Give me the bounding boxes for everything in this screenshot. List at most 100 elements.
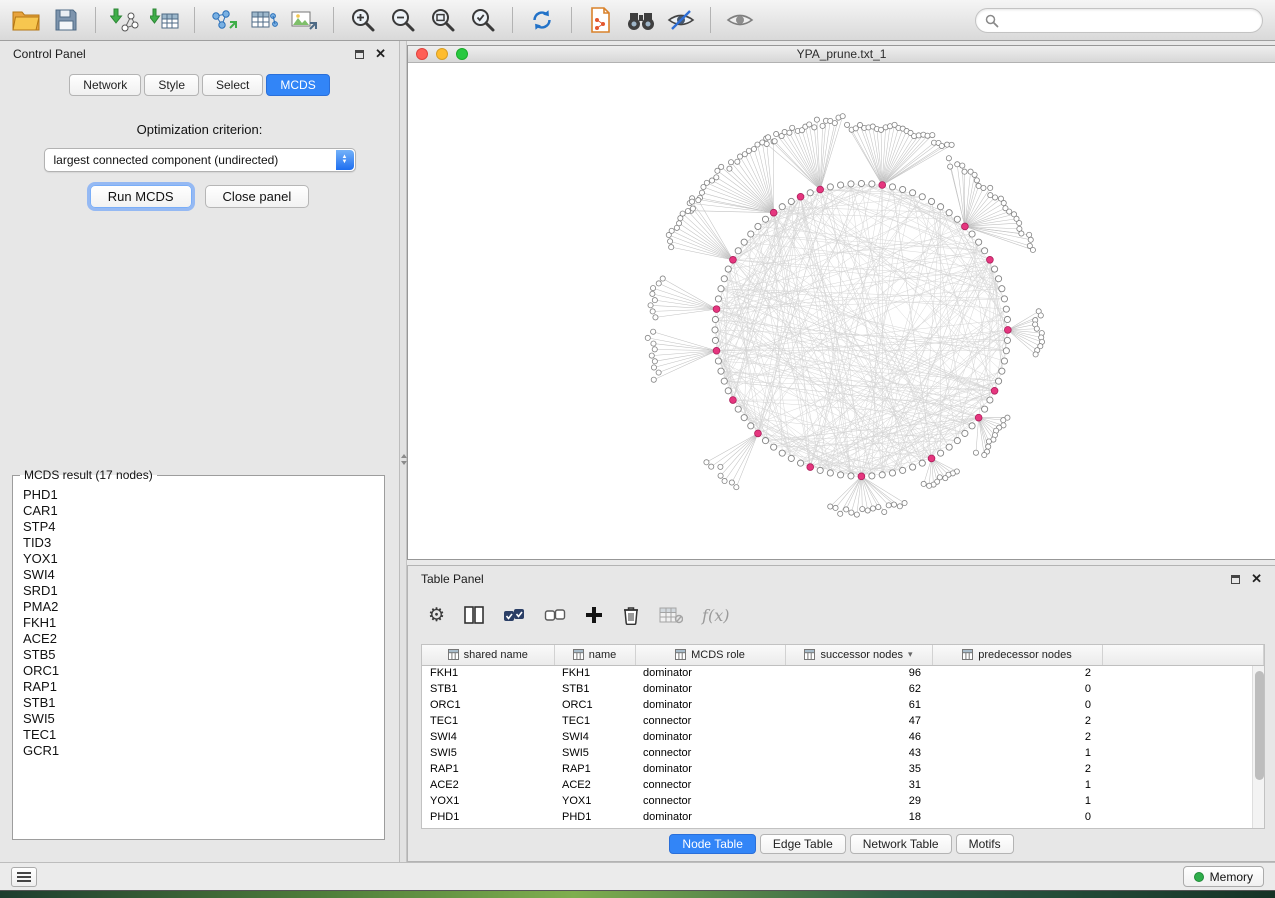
close-table-panel-icon[interactable]: ✕ — [1251, 574, 1262, 584]
search-icon — [985, 14, 999, 28]
save-icon — [54, 8, 78, 32]
show-all-button[interactable] — [722, 4, 758, 37]
table-row[interactable]: FKH1FKH1dominator962 — [422, 665, 1264, 681]
mcds-result-item[interactable]: ORC1 — [23, 663, 374, 679]
search-input[interactable] — [1004, 14, 1253, 28]
column-header-name[interactable]: name — [554, 645, 635, 665]
column-type-icon — [962, 649, 973, 660]
export-image-button[interactable] — [286, 4, 322, 37]
columns-icon[interactable] — [464, 606, 484, 624]
mcds-result-item[interactable]: PHD1 — [23, 487, 374, 503]
tab-style[interactable]: Style — [144, 74, 199, 96]
import-table-button[interactable] — [147, 4, 183, 37]
hide-selection-button[interactable] — [663, 4, 699, 37]
table-tab-network-table[interactable]: Network Table — [850, 834, 952, 854]
mcds-result-item[interactable]: STB1 — [23, 695, 374, 711]
table-settings-button[interactable]: ⚙ — [428, 606, 445, 625]
import-network-icon — [110, 8, 140, 33]
mcds-result-item[interactable]: FKH1 — [23, 615, 374, 631]
zoom-selected-button[interactable] — [465, 4, 501, 37]
column-header-MCDS-role[interactable]: MCDS role — [635, 645, 785, 665]
mcds-result-item[interactable]: SWI5 — [23, 711, 374, 727]
mcds-panel: Optimization criterion: largest connecte… — [0, 122, 399, 208]
delete-icon[interactable] — [622, 605, 640, 625]
mcds-result-item[interactable]: SRD1 — [23, 583, 374, 599]
mcds-result-item[interactable]: PMA2 — [23, 599, 374, 615]
optimization-dropdown[interactable]: largest connected component (undirected)… — [44, 148, 356, 172]
panel-splitter[interactable] — [400, 41, 407, 862]
refresh-icon — [529, 7, 555, 33]
table-row[interactable]: YOX1YOX1connector291 — [422, 793, 1264, 809]
table-row[interactable]: SWI4SWI4dominator462 — [422, 729, 1264, 745]
toolbar-separator — [333, 7, 334, 33]
zoom-in-button[interactable] — [345, 4, 381, 37]
table-row[interactable]: PHD1PHD1dominator180 — [422, 809, 1264, 825]
zoom-selected-icon — [470, 7, 496, 33]
desktop-background — [0, 890, 1275, 898]
table-row[interactable]: TEC1TEC1connector472 — [422, 713, 1264, 729]
mcds-result-item[interactable]: STB5 — [23, 647, 374, 663]
select-all-icon[interactable] — [503, 606, 525, 624]
main-toolbar — [0, 0, 1275, 41]
table-tab-node-table[interactable]: Node Table — [669, 834, 756, 854]
refresh-button[interactable] — [524, 4, 560, 37]
zoom-fit-icon — [430, 7, 456, 33]
mcds-result-item[interactable]: RAP1 — [23, 679, 374, 695]
menu-button[interactable] — [11, 867, 37, 887]
table-row[interactable]: ACE2ACE2connector311 — [422, 777, 1264, 793]
toolbar-separator — [194, 7, 195, 33]
open-file-button[interactable] — [8, 4, 44, 37]
table-row[interactable]: STB1STB1dominator620 — [422, 681, 1264, 697]
table-panel-tabs: Node TableEdge TableNetwork TableMotifs — [408, 834, 1275, 854]
mcds-result-item[interactable]: YOX1 — [23, 551, 374, 567]
zoom-fit-button[interactable] — [425, 4, 461, 37]
add-column-icon[interactable] — [585, 606, 603, 624]
zoom-out-button[interactable] — [385, 4, 421, 37]
table-row[interactable]: RAP1RAP1dominator352 — [422, 761, 1264, 777]
tab-network[interactable]: Network — [69, 74, 141, 96]
table-scrollbar-thumb[interactable] — [1255, 671, 1264, 780]
float-table-panel-icon[interactable] — [1231, 575, 1240, 584]
column-header-successor-nodes[interactable]: successor nodes▾ — [785, 645, 932, 665]
table-tab-motifs[interactable]: Motifs — [956, 834, 1014, 854]
network-canvas[interactable] — [408, 63, 1275, 559]
table-tab-edge-table[interactable]: Edge Table — [760, 834, 846, 854]
mcds-result-item[interactable]: TEC1 — [23, 727, 374, 743]
table-row[interactable]: ORC1ORC1dominator610 — [422, 697, 1264, 713]
find-button[interactable] — [623, 4, 659, 37]
mcds-result-item[interactable]: SWI4 — [23, 567, 374, 583]
import-network-button[interactable] — [107, 4, 143, 37]
close-panel-button[interactable]: Close panel — [205, 185, 310, 208]
network-window-title: YPA_prune.txt_1 — [408, 47, 1275, 61]
close-panel-icon[interactable]: ✕ — [375, 49, 386, 59]
column-type-icon — [573, 649, 584, 660]
mcds-result-item[interactable]: CAR1 — [23, 503, 374, 519]
tab-select[interactable]: Select — [202, 74, 263, 96]
column-header-shared-name[interactable]: shared name — [422, 645, 554, 665]
table-row[interactable]: SWI5SWI5connector431 — [422, 745, 1264, 761]
mcds-result-item[interactable]: STP4 — [23, 519, 374, 535]
tab-mcds[interactable]: MCDS — [266, 74, 329, 96]
column-header-predecessor-nodes[interactable]: predecessor nodes — [932, 645, 1102, 665]
mcds-result-title: MCDS result (17 nodes) — [20, 468, 157, 482]
share-document-icon — [589, 7, 613, 33]
deselect-all-icon[interactable] — [544, 606, 566, 624]
table-scrollbar[interactable] — [1252, 666, 1264, 828]
window-minimize-button[interactable] — [436, 48, 448, 60]
function-builder-button[interactable]: f(x) — [702, 606, 729, 625]
hamburger-icon — [17, 872, 31, 882]
control-panel-tabs: NetworkStyleSelectMCDS — [0, 67, 399, 106]
memory-button[interactable]: Memory — [1183, 866, 1264, 887]
float-panel-icon[interactable] — [355, 50, 364, 59]
export-table-button[interactable] — [246, 4, 282, 37]
run-mcds-button[interactable]: Run MCDS — [90, 185, 192, 208]
window-zoom-button[interactable] — [456, 48, 468, 60]
share-document-button[interactable] — [583, 4, 619, 37]
mcds-result-item[interactable]: GCR1 — [23, 743, 374, 759]
mcds-result-box: MCDS result (17 nodes) PHD1CAR1STP4TID3Y… — [12, 468, 385, 840]
save-session-button[interactable] — [48, 4, 84, 37]
mcds-result-item[interactable]: TID3 — [23, 535, 374, 551]
window-close-button[interactable] — [416, 48, 428, 60]
export-network-button[interactable] — [206, 4, 242, 37]
mcds-result-item[interactable]: ACE2 — [23, 631, 374, 647]
